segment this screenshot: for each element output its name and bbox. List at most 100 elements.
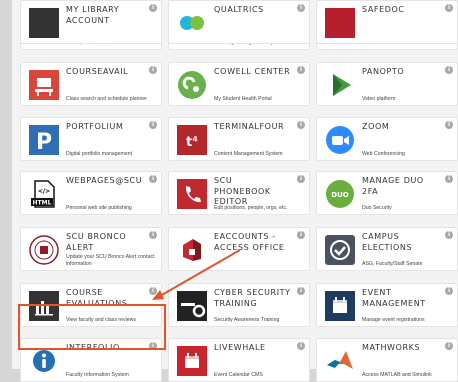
app-tile-title: MathWorks [362,343,421,352]
app-tile-calendar[interactable]: Event Management Manage event registratio… [316,283,458,327]
info-icon[interactable]: i [149,231,157,239]
app-tile-livewhale-calendar[interactable]: LiveWhale Event Calendar CMS i [168,338,310,382]
app-tile-description: Event Calendar CMS [214,371,263,378]
courseavail-icon [29,70,59,100]
app-tile-description: Web Conferencing [362,150,405,157]
app-tile-description: Manage event registrations [362,316,425,323]
app-tile-title: Panopto [362,67,405,76]
app-tile-description: Faculty Information System [66,371,129,378]
app-tile-description: My Student Health Portal [214,95,272,102]
mathworks-icon [325,346,355,376]
app-tile-title: LiveWhale [214,343,266,352]
app-tile-courseavail[interactable]: CourseAvail Class search and schedule pla… [20,62,162,106]
app-tile-phone[interactable]: SCU Phonebook Editor Edit positions, peop… [168,171,310,215]
info-icon[interactable]: i [149,121,157,129]
app-tile-title: SCU Bronco Alert [66,232,127,252]
app-tile-bar-chart[interactable]: Course Evaluations View faculty and class… [20,283,162,327]
app-tile-description: Class search and schedule planner [66,95,148,102]
panopto-icon [325,70,355,100]
phone-icon [177,179,207,209]
info-icon[interactable]: i [445,66,453,74]
app-tile-panopto[interactable]: Panopto Video platform i [316,62,458,106]
app-tile-description: Personal web site publishing [66,204,132,211]
app-tile-title: Interfolio [66,343,120,352]
info-icon[interactable]: i [149,287,157,295]
html-file-icon: HTML </> [29,179,59,209]
app-launcher-panel: Google WorkspaceGmail, Calendar, & Drive… [12,0,458,382]
library-icon [29,8,59,38]
app-tile-title: EAccounts - Access Office [214,232,285,252]
info-icon[interactable]: i [297,66,305,74]
info-icon[interactable]: i [149,175,157,183]
app-tile-title: Zoom [362,122,390,131]
app-tile-description: Digital portfolio management [66,150,133,157]
app-tile-title: Campus Elections [362,232,413,252]
info-icon[interactable]: i [445,231,453,239]
app-tile-cowell-center[interactable]: Cowell Center My Student Health Portal i [168,62,310,106]
app-tile-title: Event Management [362,288,426,308]
zoom-camera-icon [325,125,355,155]
info-icon[interactable]: i [297,4,305,12]
app-tile-title: SafeDoc [362,5,405,14]
app-tile-qualtrics[interactable]: Qualtrics i [168,0,310,44]
app-tile-portfolium[interactable]: P Portfolium Digital portfolio management i [20,117,162,161]
info-icon[interactable]: i [445,287,453,295]
svg-text:</>: </> [38,188,50,195]
app-tile-title: Qualtrics [214,5,264,14]
bar-chart-icon [29,291,59,321]
scu-seal-icon [29,235,59,265]
app-tile-duo[interactable]: DUO Manage Duo 2FA Duo Security i [316,171,458,215]
app-tile-shield-key[interactable]: Cyber Security Training Security Awarenes… [168,283,310,327]
info-icon[interactable]: i [297,121,305,129]
svg-text:P: P [36,130,52,155]
app-tile-title: Cyber Security Training [214,288,291,308]
app-tile-description: Update your SCU Bronco Alert contact inf… [66,254,155,267]
app-tile-library[interactable]: My Library Account i [20,0,162,44]
qualtrics-icon [177,8,207,38]
app-tile-description: Content Management System [214,150,283,157]
app-tile-eaccounts[interactable]: EAccounts - Access Office i [168,227,310,271]
info-icon[interactable]: i [297,231,305,239]
app-tile-checkmark[interactable]: Campus Elections ASG, Faculty/Staff Senat… [316,227,458,271]
app-tile-title: Manage Duo 2FA [362,176,424,196]
info-icon[interactable]: i [445,121,453,129]
app-tile-mathworks[interactable]: MathWorks Access MATLAB and Simulink i [316,338,458,382]
svg-text:t⁴: t⁴ [186,135,198,150]
app-tile-info-circle[interactable]: Interfolio Faculty Information System i [20,338,162,382]
info-circle-icon [29,346,59,376]
app-tile-title: Cowell Center [214,67,291,76]
app-tile-safedoc[interactable]: SafeDoc i [316,0,458,44]
app-tile-title: SCU Phonebook Editor [214,176,271,206]
safedoc-icon [325,8,355,38]
app-tile-description: Duo Security [362,204,392,211]
app-tile-description: Access MATLAB and Simulink [362,371,432,378]
app-tile-title: TerminalFour [214,122,285,131]
duo-icon: DUO [325,179,355,209]
terminalfour-icon: t⁴ [177,125,207,155]
info-icon[interactable]: i [445,4,453,12]
app-tile-description: ASG, Faculty/Staff Senate [362,260,423,267]
cowell-center-icon [177,70,207,100]
info-icon[interactable]: i [149,342,157,350]
info-icon[interactable]: i [149,66,157,74]
info-icon[interactable]: i [297,175,305,183]
info-icon[interactable]: i [149,4,157,12]
app-tile-title: Webpages@SCU [66,176,143,185]
app-tile-scu-seal[interactable]: SCU Bronco Alert Update your SCU Bronco A… [20,227,162,271]
info-icon[interactable]: i [297,287,305,295]
app-tile-description: Edit positions, people, orgs, etc. [214,204,288,211]
app-tile-title: My Library Account [66,5,120,25]
app-tile-title: CourseAvail [66,67,129,76]
app-tile-terminalfour[interactable]: t⁴ TerminalFour Content Management System i [168,117,310,161]
info-icon[interactable]: i [445,175,453,183]
app-tile-html-file[interactable]: HTML </> Webpages@SCU Personal web site pub… [20,171,162,215]
shield-key-icon [177,291,207,321]
app-tile-description: Security Awareness Training [214,316,280,323]
eaccounts-icon [177,235,207,265]
app-tile-title: Course Evaluations [66,288,128,308]
info-icon[interactable]: i [297,342,305,350]
calendar-icon [325,291,355,321]
info-icon[interactable]: i [445,342,453,350]
app-tile-zoom-camera[interactable]: Zoom Web Conferencing i [316,117,458,161]
livewhale-calendar-icon [177,346,207,376]
